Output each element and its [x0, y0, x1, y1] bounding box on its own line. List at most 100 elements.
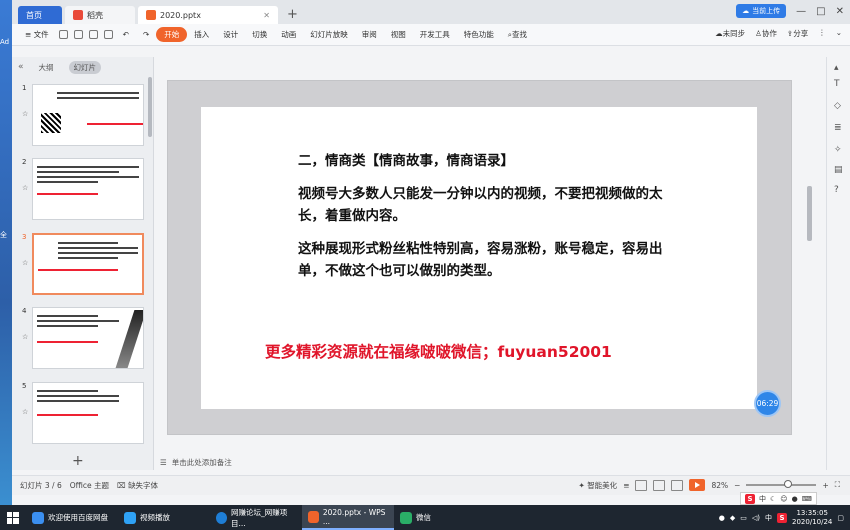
share-button[interactable]: ⇪分享 — [787, 28, 808, 39]
save-icon[interactable] — [58, 30, 68, 39]
redo-icon[interactable]: ↷ — [136, 30, 156, 39]
star-icon: ☆ — [22, 408, 29, 416]
slide-thumbnail-3[interactable] — [32, 233, 144, 295]
collapse-right-icon[interactable]: ▴ — [834, 63, 839, 73]
animation-icon[interactable]: ✧ — [834, 145, 842, 155]
add-slide-button[interactable]: + — [72, 453, 84, 469]
help-icon[interactable]: ? — [834, 185, 839, 195]
menu-file-label: 文件 — [33, 30, 49, 39]
start-button[interactable] — [0, 505, 26, 530]
slide-paragraph-2[interactable]: 这种展现形式粉丝粘性特别高，容易涨粉，账号稳定，容易出单，不做这个也可以做别的类… — [298, 238, 668, 282]
sorter-view-icon[interactable] — [653, 479, 666, 491]
menu-review[interactable]: 审阅 — [355, 29, 384, 40]
promo-text[interactable]: 更多精彩资源就在福缘啵啵微信；fuyuan52001 — [265, 340, 612, 362]
close-window-icon[interactable]: ✕ — [836, 6, 844, 17]
print-icon[interactable] — [88, 30, 98, 39]
minimize-icon[interactable]: — — [796, 6, 806, 17]
menu-home[interactable]: 开始 — [156, 27, 188, 42]
menu-slideshow[interactable]: 幻灯片放映 — [303, 29, 355, 40]
menu-view[interactable]: 视图 — [384, 29, 413, 40]
tray-volume-icon[interactable]: ◁) — [752, 514, 760, 522]
maximize-icon[interactable]: □ — [816, 6, 825, 17]
layout-icon[interactable]: ▤ — [834, 165, 843, 175]
chevron-down-icon[interactable]: ⌄ — [836, 28, 842, 39]
slide-thumbnail-1[interactable] — [32, 84, 144, 146]
slide-heading[interactable]: 二，情商类【情商故事，情商语录】 — [298, 149, 514, 169]
pptx-icon — [146, 10, 156, 20]
taskbar-item-wechat[interactable]: 微信 — [394, 505, 486, 530]
adjust-icon[interactable]: ≣ — [834, 123, 842, 133]
zoom-knob[interactable] — [784, 480, 793, 488]
collab-label: 协作 — [761, 29, 777, 38]
tab-document[interactable]: 2020.pptx ✕ — [138, 6, 278, 24]
play-icon[interactable] — [689, 479, 706, 491]
tray-network-icon[interactable]: ▭ — [740, 514, 747, 522]
normal-view-icon[interactable] — [635, 479, 648, 491]
more-icon[interactable]: ⋮ — [818, 28, 826, 39]
search-label: 查找 — [511, 30, 527, 39]
taskbar-item-baidu[interactable]: 欢迎使用百度网盘 — [26, 505, 118, 530]
collapse-pane-icon[interactable]: « — [18, 62, 24, 72]
collab-button[interactable]: ♙协作 — [755, 28, 777, 39]
tab-doke[interactable]: 稻壳 — [65, 6, 135, 24]
slide-paragraph-1[interactable]: 视频号大多数人只能发一分钟以内的视频，不要把视频做的太长，着重做内容。 — [298, 183, 668, 227]
menu-transition[interactable]: 切换 — [245, 29, 274, 40]
zoom-out-icon[interactable]: − — [734, 481, 740, 490]
notes-toggle-icon[interactable]: ≡ — [623, 481, 629, 490]
clock[interactable]: 13:35:05 2020/10/24 — [792, 509, 832, 527]
notification-icon[interactable]: ▢ — [837, 514, 844, 522]
undo-icon[interactable]: ↶ — [116, 30, 136, 39]
star-icon: ☆ — [22, 259, 29, 267]
taskbar-item-video[interactable]: 视频播放 — [118, 505, 210, 530]
window-controls: ☁ 当前上传 — □ ✕ — [736, 4, 844, 18]
smart-beautify-button[interactable]: ✦ 智能美化 — [579, 480, 618, 491]
tab-slides[interactable]: 幻灯片 — [68, 60, 102, 74]
timer-badge[interactable]: 06:29 — [754, 390, 781, 417]
menu-insert[interactable]: 插入 — [187, 29, 216, 40]
zoom-level[interactable]: 82% — [711, 481, 728, 490]
reading-view-icon[interactable] — [671, 479, 684, 491]
video-player-icon — [124, 511, 136, 524]
star-icon: ☆ — [22, 333, 29, 341]
menu-design[interactable]: 设计 — [216, 29, 245, 40]
slide-thumbnail-2[interactable] — [32, 158, 144, 220]
upload-button[interactable]: ☁ 当前上传 — [736, 4, 787, 18]
ime-toolbar[interactable]: S 中 ☾ ☺ ● ⌨ — [740, 492, 817, 505]
missing-font-button[interactable]: ⌧ 缺失字体 — [117, 480, 158, 491]
current-slide[interactable]: 二，情商类【情商故事，情商语录】 视频号大多数人只能发一分钟以内的视频，不要把视… — [201, 107, 757, 409]
slide-thumbnail-4[interactable] — [32, 307, 144, 369]
upload-label: 当前上传 — [752, 7, 781, 15]
slide-thumbnail-5[interactable] — [32, 382, 144, 444]
wechat-icon — [400, 511, 412, 524]
search-button[interactable]: ⌕查找 — [501, 29, 534, 40]
menu-features[interactable]: 特色功能 — [457, 29, 501, 40]
new-tab-button[interactable]: + — [287, 7, 298, 24]
thumb-scrollbar[interactable] — [148, 77, 152, 137]
zoom-in-icon[interactable]: + — [822, 481, 828, 490]
close-tab-icon[interactable]: ✕ — [263, 11, 270, 20]
shape-icon[interactable]: ◇ — [834, 101, 841, 111]
zoom-slider[interactable] — [746, 480, 817, 488]
tray-wechat-icon[interactable]: ● — [719, 514, 725, 522]
preview-icon[interactable] — [103, 30, 113, 39]
cloud-sync-icon: ☁ — [715, 29, 723, 38]
browser-icon — [216, 511, 227, 524]
tab-home[interactable]: 首页 — [18, 6, 62, 24]
text-icon[interactable]: T — [834, 79, 840, 89]
slide-number: 5 — [22, 382, 27, 390]
menu-animation[interactable]: 动画 — [274, 29, 303, 40]
menu-developer[interactable]: 开发工具 — [413, 29, 457, 40]
export-icon[interactable] — [73, 30, 83, 39]
tab-outline[interactable]: 大纲 — [34, 61, 59, 74]
tray-shield-icon[interactable]: ◆ — [730, 514, 735, 522]
notes-placeholder: 单击此处添加备注 — [171, 458, 232, 467]
menu-file[interactable]: ≡ 文件 — [18, 29, 56, 40]
taskbar-item-browser[interactable]: 网赚论坛_网赚项目... — [210, 505, 302, 530]
tray-ime[interactable]: 中 — [765, 513, 772, 523]
notes-bar[interactable]: ☰ 单击此处添加备注 — [154, 455, 826, 470]
taskbar-item-wps[interactable]: 2020.pptx - WPS ... — [302, 505, 394, 530]
tray-sogou-icon[interactable]: S — [777, 512, 788, 523]
canvas-scrollbar[interactable] — [807, 186, 812, 241]
fit-window-icon[interactable]: ⛶ — [835, 480, 840, 490]
sync-status[interactable]: ☁未同步 — [715, 28, 745, 39]
